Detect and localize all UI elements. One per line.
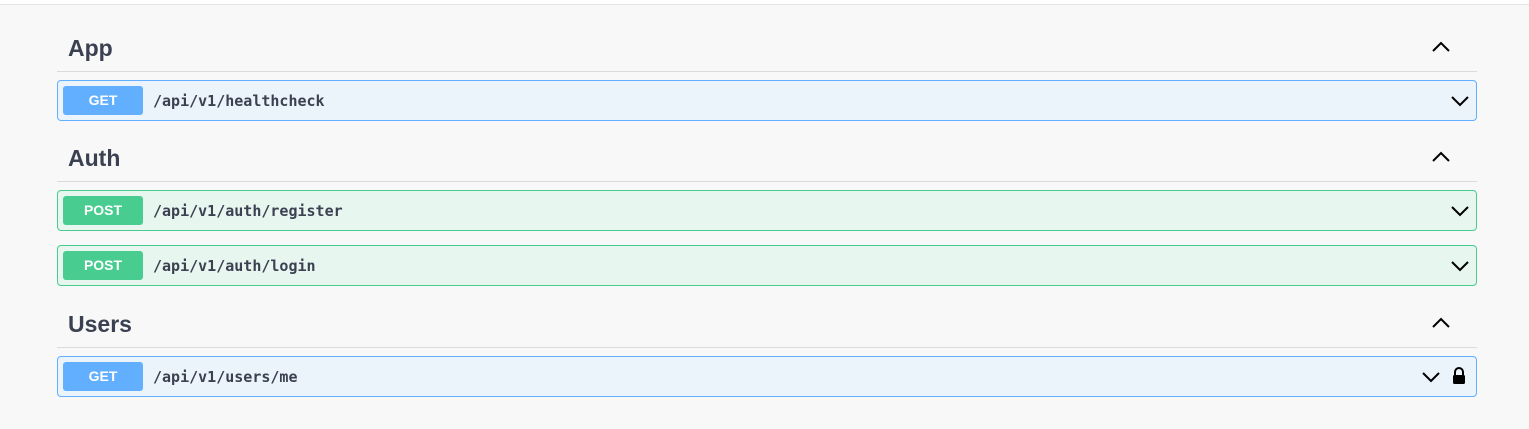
method-badge: GET <box>63 362 143 391</box>
tag-title: Auth <box>68 145 121 171</box>
method-badge: GET <box>63 86 143 115</box>
tag-header-app[interactable]: App <box>57 27 1477 72</box>
tag-header-users[interactable]: Users <box>57 303 1477 348</box>
method-badge: POST <box>63 196 143 225</box>
operation-path: /api/v1/healthcheck <box>153 92 325 110</box>
chevron-up-icon[interactable] <box>1429 313 1453 333</box>
method-badge: POST <box>63 251 143 280</box>
chevron-up-icon[interactable] <box>1429 147 1453 167</box>
chevron-down-icon[interactable] <box>1449 256 1471 276</box>
operation-path: /api/v1/auth/register <box>153 202 343 220</box>
operation-path: /api/v1/users/me <box>153 368 298 386</box>
operation-path: /api/v1/auth/login <box>153 257 316 275</box>
tag-section-users: Users <box>57 303 1477 348</box>
tag-title: Users <box>68 311 132 337</box>
tag-title: App <box>68 35 113 61</box>
tag-section-app: App <box>57 27 1477 72</box>
operation-get-users-me[interactable]: GET /api/v1/users/me <box>57 356 1477 397</box>
operation-post-auth-register[interactable]: POST /api/v1/auth/register <box>57 190 1477 231</box>
chevron-down-icon[interactable] <box>1449 201 1471 221</box>
lock-icon[interactable] <box>1451 366 1467 386</box>
chevron-down-icon[interactable] <box>1420 367 1442 387</box>
tag-header-auth[interactable]: Auth <box>57 137 1477 182</box>
operation-get-healthcheck[interactable]: GET /api/v1/healthcheck <box>57 80 1477 121</box>
swagger-operations-panel: App GET /api/v1/healthcheck Auth POST /a… <box>0 0 1529 429</box>
chevron-down-icon[interactable] <box>1449 91 1471 111</box>
chevron-up-icon[interactable] <box>1429 37 1453 57</box>
tag-section-auth: Auth <box>57 137 1477 182</box>
top-strip <box>0 0 1529 4</box>
operation-post-auth-login[interactable]: POST /api/v1/auth/login <box>57 245 1477 286</box>
